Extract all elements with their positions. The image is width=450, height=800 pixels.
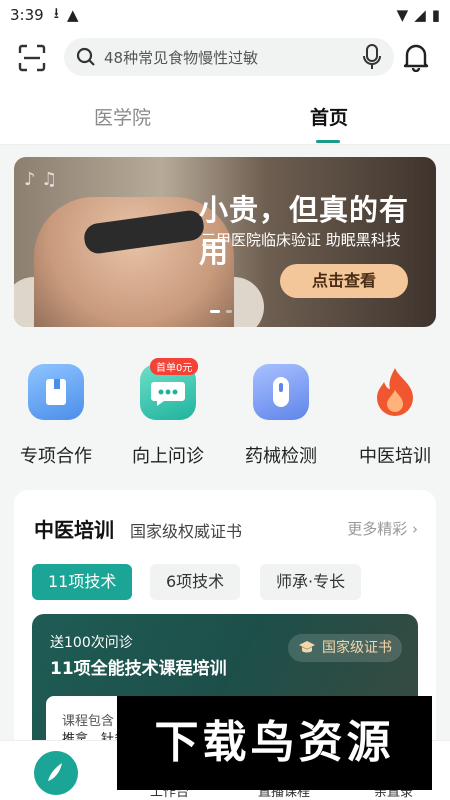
banner-dot-active [210,310,220,313]
quick-action-label: 药械检测 [245,446,317,467]
banner-dot [226,310,232,313]
app-notification-icon: ▲ [66,6,79,24]
course-promo-text: 送100次问诊 [50,635,133,651]
download-icon: ⭳ [53,3,59,22]
quick-action-consultation[interactable]: 首单0元 向上问诊 [113,350,223,468]
quick-action-special-cooperation[interactable]: 专项合作 [1,350,111,468]
certificate-badge-label: 国家级证书 [322,640,392,656]
more-link-label: 更多精彩 [347,520,408,538]
quick-actions: 专项合作 首单0元 向上问诊 药械检测 中医培训 [0,350,450,475]
wifi-icon: ▼ [396,6,409,24]
signal-icon: ◢ [414,6,426,24]
search-bar[interactable]: 48种常见食物慢性过敏 [64,38,394,76]
app-logo-icon[interactable] [34,751,78,795]
microphone-icon[interactable] [362,44,382,70]
chevron-right-icon: › [412,520,418,538]
bell-icon[interactable] [402,42,430,72]
music-notes-icon: ♪ ♫ [24,169,58,190]
quick-action-label: 专项合作 [20,446,92,467]
promo-banner[interactable]: ♪ ♫ 小贵，但真的有用 三甲医院临床验证 助眠黑科技 点击查看 [14,157,436,327]
top-bar: 48种常见食物慢性过敏 [0,30,450,85]
flame-icon [367,364,423,420]
book-icon [28,364,84,420]
certificate-badge: 国家级证书 [288,634,402,662]
banner-pagination [210,310,232,313]
tab-medical-school[interactable]: 医学院 [94,103,151,130]
banner-subtitle: 三甲医院临床验证 助眠黑科技 [201,231,401,249]
chip-6-skills[interactable]: 6项技术 [150,564,241,600]
status-time: 3:39 [10,6,44,24]
quick-action-tcm-training[interactable]: 中医培训 [340,350,450,468]
section-subtitle: 国家级权威证书 [130,522,243,541]
quick-action-drug-testing[interactable]: 药械检测 [226,350,336,468]
search-placeholder: 48种常见食物慢性过敏 [104,48,259,67]
quick-action-label: 向上问诊 [132,446,204,467]
quick-action-label: 中医培训 [359,446,431,467]
chip-11-skills[interactable]: 11项技术 [32,564,133,600]
capsule-icon [253,364,309,420]
section-title: 中医培训 [34,518,114,542]
battery-icon: ▮ [431,6,440,24]
status-bar: 3:39 ⭳ ▲ ▼ ◢ ▮ [0,0,450,30]
banner-cta-button[interactable]: 点击查看 [280,264,408,298]
more-link[interactable]: 更多精彩 › [347,518,418,539]
course-detail-label: 课程包含 [62,714,115,729]
chip-apprenticeship[interactable]: 师承·专长 [260,564,362,600]
scan-icon[interactable] [18,44,46,72]
promo-badge: 首单0元 [150,358,199,375]
search-icon [76,47,95,66]
watermark-overlay: 下载鸟资源 [117,696,432,790]
chat-icon: 首单0元 [140,358,199,420]
graduation-cap-icon [299,641,315,653]
course-title: 11项全能技术课程培训 [50,659,227,679]
tab-home[interactable]: 首页 [310,103,348,130]
tab-active-indicator [316,140,340,143]
tab-bar: 医学院 首页 [0,85,450,145]
